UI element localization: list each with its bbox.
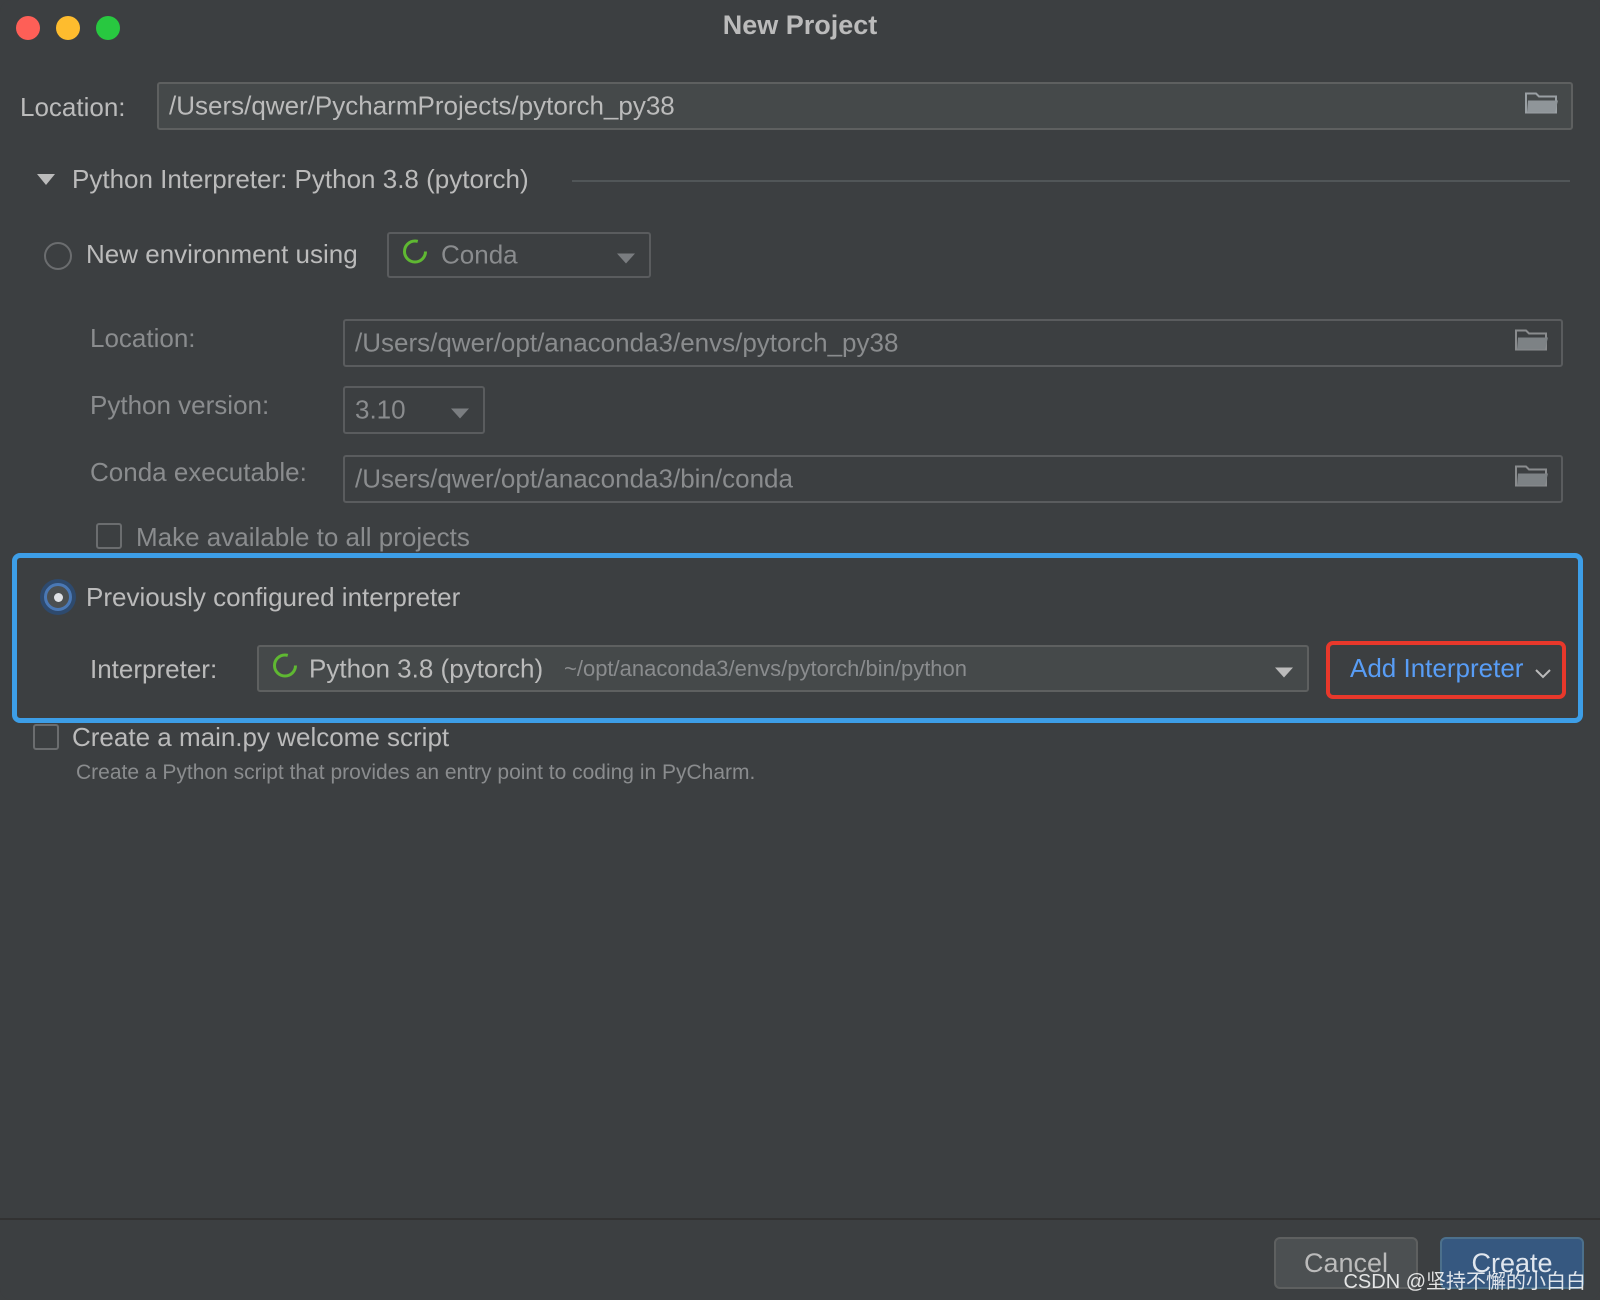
python-version-select[interactable]: 3.10 (343, 386, 485, 434)
add-interpreter-label: Add Interpreter (1350, 653, 1524, 683)
interpreter-label: Interpreter: (90, 654, 218, 684)
conda-executable-label: Conda executable: (90, 457, 307, 487)
welcome-script-checkbox[interactable] (33, 724, 59, 750)
env-location-value: /Users/qwer/opt/anaconda3/envs/pytorch_p… (355, 327, 899, 358)
make-available-label: Make available to all projects (136, 522, 470, 552)
new-project-dialog: New Project Location: /Users/qwer/Pychar… (0, 0, 1600, 1300)
project-location-value: /Users/qwer/PycharmProjects/pytorch_py38 (169, 90, 675, 121)
title-bar: New Project (0, 0, 1600, 56)
window-title: New Project (722, 10, 878, 40)
conda-icon (271, 651, 299, 686)
interpreter-section-title[interactable]: Python Interpreter: Python 3.8 (pytorch) (72, 164, 529, 195)
project-location-field[interactable]: /Users/qwer/PycharmProjects/pytorch_py38 (157, 82, 1573, 130)
add-interpreter-button[interactable]: Add Interpreter (1350, 653, 1551, 686)
previously-configured-label[interactable]: Previously configured interpreter (86, 582, 460, 613)
interpreter-select[interactable]: Python 3.8 (pytorch) ~/opt/anaconda3/env… (257, 645, 1309, 692)
env-location-label: Location: (90, 323, 196, 353)
footer-separator (0, 1218, 1600, 1220)
interpreter-path: ~/opt/anaconda3/envs/pytorch/bin/python (564, 655, 968, 681)
conda-icon (401, 238, 429, 273)
folder-icon[interactable] (1515, 328, 1549, 359)
conda-executable-value: /Users/qwer/opt/anaconda3/bin/conda (355, 463, 793, 494)
new-environment-label[interactable]: New environment using (86, 239, 358, 270)
environment-tool-value: Conda (441, 239, 518, 270)
chevron-down-icon (1275, 653, 1293, 684)
folder-icon[interactable] (1515, 464, 1549, 495)
collapse-triangle-icon[interactable] (36, 173, 56, 192)
welcome-script-label[interactable]: Create a main.py welcome script (72, 722, 449, 753)
radio-dot (53, 592, 63, 602)
chevron-down-icon (617, 240, 635, 271)
env-location-field[interactable]: /Users/qwer/opt/anaconda3/envs/pytorch_p… (343, 319, 1563, 367)
make-available-checkbox[interactable] (96, 523, 122, 549)
project-location-label: Location: (20, 92, 126, 122)
folder-icon[interactable] (1525, 91, 1559, 122)
welcome-script-description: Create a Python script that provides an … (76, 761, 756, 784)
python-version-value: 3.10 (355, 394, 406, 425)
new-environment-radio[interactable] (44, 242, 72, 270)
section-separator (572, 180, 1570, 182)
interpreter-name: Python 3.8 (pytorch) (309, 653, 544, 683)
chevron-down-icon (451, 395, 469, 426)
chevron-down-icon (1534, 655, 1551, 686)
previously-configured-radio[interactable] (44, 583, 72, 611)
conda-executable-field[interactable]: /Users/qwer/opt/anaconda3/bin/conda (343, 455, 1563, 503)
python-version-label: Python version: (90, 390, 270, 420)
watermark-text: CSDN @坚持不懈的小白白 (1343, 1271, 1586, 1293)
environment-tool-select[interactable]: Conda (387, 232, 651, 278)
